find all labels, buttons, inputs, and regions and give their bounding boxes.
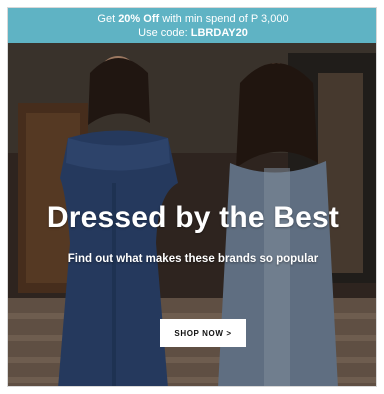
promo-code-prefix: Use code: <box>138 27 191 39</box>
shop-now-button[interactable]: SHOP NOW > <box>160 319 246 347</box>
promo-discount: 20% Off <box>118 13 160 25</box>
promo-line-1: Get 20% Off with min spend of P 3,000 <box>8 12 376 26</box>
hero-headline: Dressed by the Best <box>46 201 340 234</box>
promo-suffix: with min spend of P 3,000 <box>159 13 289 25</box>
hero-banner[interactable]: Dressed by the Best Find out what makes … <box>8 43 376 386</box>
hero-subheadline: Find out what makes these brands so popu… <box>67 253 319 265</box>
promo-code: LBRDAY20 <box>190 27 248 39</box>
promo-prefix: Get <box>97 13 119 25</box>
promo-strip: Get 20% Off with min spend of P 3,000 Us… <box>8 8 376 43</box>
promo-line-2: Use code: LBRDAY20 <box>8 26 376 40</box>
promo-banner-card[interactable]: Get 20% Off with min spend of P 3,000 Us… <box>7 7 377 387</box>
